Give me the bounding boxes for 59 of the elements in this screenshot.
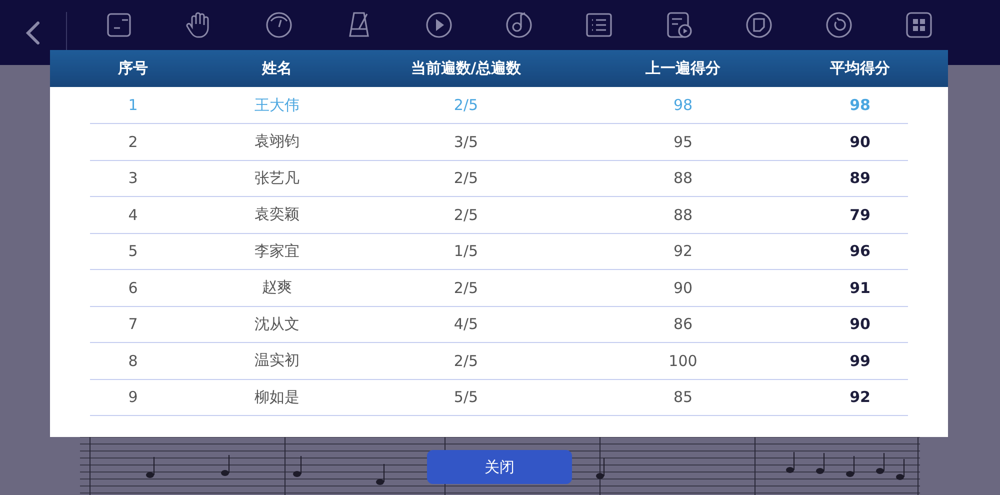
table-cell: 89 xyxy=(850,169,870,188)
table-cell: 9 xyxy=(128,388,138,406)
table-row[interactable]: 6 赵爽 2/5 90 91 xyxy=(90,270,908,306)
column-header: 上一遍得分 xyxy=(646,59,720,78)
table-cell: 5 xyxy=(128,242,138,260)
table-cell: 3 xyxy=(128,169,138,188)
table-cell: 86 xyxy=(673,315,693,334)
column-header: 当前遍数/总遍数 xyxy=(410,59,522,78)
table-row[interactable]: 8 温实初 2/5 100 99 xyxy=(90,343,908,380)
table-row[interactable]: 2 袁翊钧 3/5 95 90 xyxy=(90,124,908,160)
column-header: 序号 xyxy=(118,59,148,78)
table-cell: 2/5 xyxy=(454,352,478,370)
table-cell: 张艺凡 xyxy=(254,168,300,188)
table-cell: 1/5 xyxy=(454,242,478,260)
table-cell: 85 xyxy=(673,388,693,406)
table-cell: 98 xyxy=(850,96,870,114)
table-cell: 2 xyxy=(128,132,138,151)
table-cell: 温实初 xyxy=(254,351,300,370)
table-cell: 88 xyxy=(673,206,693,224)
table-row[interactable]: 5 李家宜 1/5 92 96 xyxy=(90,234,908,270)
table-row[interactable]: 4 袁奕颖 2/5 88 79 xyxy=(90,197,908,234)
table-cell: 90 xyxy=(850,315,870,334)
table-cell: 100 xyxy=(668,352,698,370)
table-cell: 袁翊钧 xyxy=(254,132,300,152)
table-cell: 99 xyxy=(850,352,870,370)
table-cell: 98 xyxy=(673,96,693,114)
table-cell: 96 xyxy=(850,242,870,260)
table-row[interactable]: 3 张艺凡 2/5 88 89 xyxy=(90,160,908,197)
table-cell: 4 xyxy=(128,206,138,224)
table-cell: 1 xyxy=(128,96,138,114)
table-cell: 2/5 xyxy=(454,96,478,114)
table-row[interactable]: 7 沈从文 4/5 86 90 xyxy=(90,306,908,343)
table-cell: 6 xyxy=(128,278,138,297)
table-cell: 92 xyxy=(850,388,870,406)
table-cell: 8 xyxy=(128,352,138,370)
table-cell: 3/5 xyxy=(454,132,478,151)
column-header: 平均得分 xyxy=(830,59,890,78)
table-cell: 4/5 xyxy=(454,315,478,334)
close-button[interactable]: 关闭 xyxy=(427,450,572,484)
table-cell: 88 xyxy=(673,169,693,188)
table-cell: 2/5 xyxy=(454,169,478,188)
table-cell: 91 xyxy=(850,278,870,297)
table-cell: 5/5 xyxy=(454,388,478,406)
table-cell: 沈从文 xyxy=(254,314,300,334)
table-cell: 7 xyxy=(128,315,138,334)
table-cell: 2/5 xyxy=(454,206,478,224)
table-cell: 王大伟 xyxy=(254,96,300,114)
table-cell: 袁奕颖 xyxy=(254,205,300,224)
table-cell: 92 xyxy=(673,242,693,260)
table-cell: 赵爽 xyxy=(262,278,292,298)
table-row[interactable]: 9 柳如是 5/5 85 92 xyxy=(90,380,908,416)
table-cell: 柳如是 xyxy=(254,388,300,407)
table-cell: 90 xyxy=(673,278,693,297)
column-header: 姓名 xyxy=(262,59,292,78)
table-cell: 95 xyxy=(673,132,693,151)
table-cell: 李家宜 xyxy=(254,242,300,261)
table-cell: 2/5 xyxy=(454,278,478,297)
table-cell: 90 xyxy=(850,132,870,151)
table-cell: 79 xyxy=(850,206,870,224)
